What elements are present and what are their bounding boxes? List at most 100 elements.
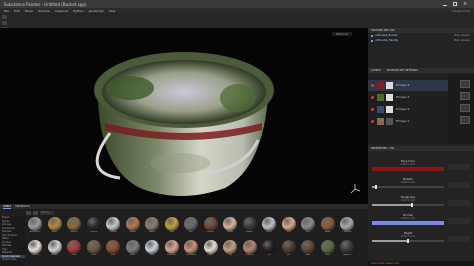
shelf-category-item[interactable]: Smart masks bbox=[0, 258, 25, 262]
tab-layers[interactable]: LAYERS bbox=[371, 69, 381, 72]
material-thumbnail[interactable]: Moss bbox=[320, 240, 336, 260]
tab-materials[interactable]: MATERIALS bbox=[15, 205, 29, 208]
menu-viewport[interactable]: Viewport bbox=[55, 9, 68, 13]
channel-option[interactable] bbox=[448, 236, 470, 242]
blend-mode-icon[interactable] bbox=[460, 92, 470, 100]
material-preview-sphere bbox=[125, 217, 140, 231]
material-thumbnail[interactable]: Paper bbox=[203, 240, 219, 260]
menu-help[interactable]: Help bbox=[109, 9, 116, 13]
close-icon[interactable]: × bbox=[463, 2, 468, 7]
material-thumbnail[interactable]: Chrome bbox=[105, 217, 121, 237]
material-thumbnail[interactable]: Marble bbox=[47, 240, 63, 260]
menu-edit[interactable]: Edit bbox=[14, 9, 20, 13]
channel-option[interactable] bbox=[448, 182, 470, 188]
viewport-mode-label[interactable]: Material bbox=[331, 32, 352, 36]
material-thumbnail[interactable]: Copper bbox=[125, 217, 141, 237]
material-thumbnail[interactable]: Brass bbox=[47, 217, 63, 237]
layer-row[interactable]: Fill layer 2 bbox=[368, 104, 448, 115]
eraser-tool-icon[interactable] bbox=[2, 21, 7, 25]
material-thumbnail[interactable]: Plastic bbox=[222, 217, 238, 237]
menu-file[interactable]: File bbox=[4, 9, 9, 13]
material-thumbnail[interactable]: Soil bbox=[281, 240, 297, 260]
material-thumbnail[interactable]: Lacquer bbox=[242, 240, 258, 260]
texture-set-shader[interactable]: Main shader bbox=[454, 39, 470, 42]
slider-knob[interactable] bbox=[411, 203, 413, 207]
visibility-icon[interactable] bbox=[371, 108, 374, 111]
menu-python[interactable]: Python bbox=[73, 9, 83, 13]
normal-color-swatch[interactable] bbox=[372, 221, 444, 225]
paint-tool-icon[interactable] bbox=[2, 15, 7, 19]
channel-option[interactable] bbox=[448, 164, 470, 170]
shelf-search-input[interactable]: Search... bbox=[40, 210, 54, 215]
material-preview-sphere bbox=[67, 217, 81, 231]
channel-option[interactable] bbox=[448, 200, 470, 206]
menu-window[interactable]: Window bbox=[38, 9, 50, 13]
material-preview-sphere bbox=[320, 217, 335, 231]
material-thumbnail[interactable]: Leather bbox=[203, 217, 219, 237]
view-icon[interactable] bbox=[33, 210, 38, 215]
material-preview-sphere bbox=[281, 240, 296, 254]
maximize-icon[interactable] bbox=[453, 2, 457, 6]
slider-knob[interactable] bbox=[375, 185, 377, 189]
channel-option[interactable] bbox=[448, 218, 470, 224]
material-thumbnail[interactable]: Steel bbox=[300, 217, 316, 237]
material-thumbnail[interactable]: Carbon bbox=[86, 217, 102, 237]
menu-javascript[interactable]: JavaScript bbox=[89, 9, 104, 13]
material-thumbnail[interactable]: Aluminium bbox=[27, 217, 43, 237]
height-slider[interactable] bbox=[372, 239, 444, 243]
material-thumbnail[interactable]: Bronze bbox=[66, 217, 82, 237]
material-thumbnail[interactable]: Skin Hand bbox=[183, 240, 199, 260]
material-thumbnail[interactable]: Asphalt bbox=[339, 240, 355, 260]
filter-icon[interactable] bbox=[26, 210, 31, 215]
material-thumbnail[interactable]: Concrete bbox=[339, 217, 355, 237]
material-name: Fabric bbox=[149, 231, 155, 233]
material-thumbnail[interactable]: Rubber bbox=[242, 217, 258, 237]
material-name: Soil bbox=[286, 254, 291, 256]
material-thumbnail[interactable]: Fabric bbox=[144, 217, 160, 237]
texture-set-row[interactable]: u1Handle_Handle Main shader bbox=[368, 38, 474, 43]
material-name: Clay bbox=[227, 254, 233, 256]
blend-mode-icon[interactable] bbox=[460, 116, 470, 124]
material-thumbnail[interactable]: Stone bbox=[125, 240, 141, 260]
layer-mask-thumbnail[interactable] bbox=[386, 118, 393, 125]
visibility-icon[interactable] bbox=[371, 120, 374, 123]
metallic-slider[interactable] bbox=[372, 185, 444, 189]
tab-texture-set-settings[interactable]: TEXTURE SET SETTINGS bbox=[387, 69, 418, 72]
3d-viewport[interactable]: Material bbox=[0, 28, 368, 204]
menu-mode[interactable]: Mode bbox=[25, 9, 33, 13]
layer-mask-thumbnail[interactable] bbox=[386, 94, 393, 101]
base-color-swatch[interactable] bbox=[372, 167, 444, 171]
layer-row[interactable]: Fill layer 3 bbox=[368, 92, 448, 103]
material-name: Steel bbox=[305, 231, 311, 233]
material-thumbnail[interactable]: Wood bbox=[320, 217, 336, 237]
visibility-icon[interactable] bbox=[371, 84, 374, 87]
material-preview-sphere bbox=[184, 240, 198, 254]
material-thumbnail[interactable]: Mud bbox=[86, 240, 102, 260]
minimize-icon[interactable] bbox=[443, 2, 447, 6]
tab-shelf[interactable]: SHELF bbox=[3, 205, 12, 209]
material-thumbnail[interactable]: Tar bbox=[261, 240, 277, 260]
material-thumbnail[interactable]: Skin Face bbox=[164, 240, 180, 260]
texture-set-shader[interactable]: Main shader bbox=[454, 34, 470, 37]
layer-row[interactable]: Fill layer 4 bbox=[368, 80, 448, 91]
material-thumbnail[interactable]: Gold bbox=[164, 217, 180, 237]
slider-knob[interactable] bbox=[407, 239, 409, 243]
material-thumbnail[interactable]: Iron bbox=[183, 217, 199, 237]
roughness-slider[interactable] bbox=[372, 203, 444, 207]
material-thumbnail[interactable]: Rust bbox=[105, 240, 121, 260]
layer-row[interactable]: Fill layer 1 bbox=[368, 116, 448, 127]
material-preview-sphere bbox=[164, 240, 179, 254]
visibility-icon[interactable] bbox=[371, 96, 374, 99]
material-thumbnail[interactable]: Clay bbox=[222, 240, 238, 260]
material-thumbnail[interactable]: Bark bbox=[300, 240, 316, 260]
material-thumbnail[interactable]: Skin bbox=[281, 217, 297, 237]
material-thumbnail[interactable]: Paint bbox=[66, 240, 82, 260]
material-thumbnail[interactable]: Silver bbox=[261, 217, 277, 237]
layer-mask-thumbnail[interactable] bbox=[386, 106, 393, 113]
material-thumbnail[interactable]: Glass bbox=[144, 240, 160, 260]
blend-mode-icon[interactable] bbox=[460, 104, 470, 112]
layer-mask-thumbnail[interactable] bbox=[386, 82, 393, 89]
blend-mode-icon[interactable] bbox=[460, 80, 470, 88]
material-preview-sphere bbox=[86, 217, 101, 231]
material-thumbnail[interactable]: Ceramic bbox=[27, 240, 43, 260]
